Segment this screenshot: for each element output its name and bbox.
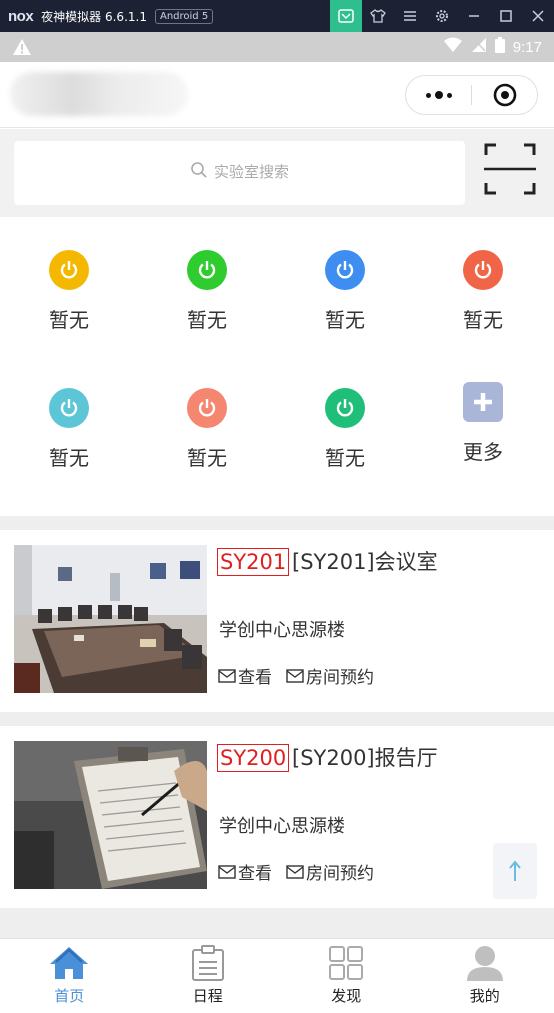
shortcut-label: 暂无: [187, 446, 227, 470]
room-code-badge: SY200: [217, 744, 290, 772]
room-photo: [14, 545, 207, 693]
tab-schedule[interactable]: 日程: [139, 939, 278, 1013]
view-room-link[interactable]: 查看: [218, 859, 272, 884]
bottom-tab-bar: 首页 日程 发现 我的: [0, 938, 554, 1013]
close-icon[interactable]: [522, 0, 554, 32]
keyboard-icon[interactable]: [330, 0, 362, 32]
back-to-top-button[interactable]: [493, 843, 537, 899]
power-icon: [49, 388, 89, 428]
user-icon: [466, 946, 503, 981]
room-name: [SY200]报告厅: [292, 746, 438, 770]
tab-label: 我的: [469, 987, 500, 1005]
wifi-icon: [443, 37, 463, 57]
room-card[interactable]: SY201 [SY201]会议室 学创中心思源楼 查看 房间预约: [0, 530, 554, 710]
room-building: 学创中心思源楼: [219, 816, 345, 837]
power-icon: [187, 250, 227, 290]
tab-home[interactable]: 首页: [0, 939, 139, 1013]
shortcut-label: 暂无: [463, 308, 503, 332]
envelope-icon: [218, 864, 236, 879]
tab-profile[interactable]: 我的: [416, 939, 554, 1013]
tab-label: 首页: [54, 987, 85, 1005]
maximize-icon[interactable]: [490, 0, 522, 32]
blurred-page-title: [10, 72, 188, 116]
shortcut-label: 暂无: [187, 308, 227, 332]
android-status-bar: 9:17: [0, 32, 554, 62]
emulator-title-bar: nox 夜神模拟器 6.6.1.1 Android 5: [0, 0, 554, 32]
shortcut-item[interactable]: 暂无: [0, 250, 138, 370]
status-time: 9:17: [512, 38, 542, 56]
search-placeholder: 实验室搜索: [213, 163, 289, 181]
shortcut-label: 暂无: [325, 446, 365, 470]
battery-icon: [494, 37, 505, 57]
envelope-icon: [218, 668, 236, 683]
shortcut-label: 暂无: [325, 308, 365, 332]
room-photo: [14, 741, 207, 889]
minimize-icon[interactable]: [458, 0, 490, 32]
more-shortcuts[interactable]: 更多: [414, 382, 552, 502]
shortcut-label: 暂无: [49, 308, 89, 332]
shortcut-grid: 暂无 暂无 暂无 暂无 暂无 暂无 暂无 更多: [0, 218, 554, 516]
search-icon: [191, 162, 207, 178]
power-icon: [49, 250, 89, 290]
room-card[interactable]: SY200 [SY200]报告厅 学创中心思源楼 查看 房间预约: [0, 726, 554, 906]
shortcut-item[interactable]: 暂无: [138, 388, 276, 508]
shortcut-item[interactable]: 暂无: [276, 388, 414, 508]
warning-icon: [12, 38, 32, 60]
arrow-up-icon: [509, 860, 521, 881]
capsule-menu: [405, 75, 538, 115]
power-icon: [325, 250, 365, 290]
room-name: [SY201]会议室: [292, 550, 438, 574]
tab-label: 发现: [331, 987, 362, 1005]
book-room-link[interactable]: 房间预约: [286, 859, 374, 884]
android-version-badge: Android 5: [154, 8, 214, 24]
target-icon: [493, 83, 516, 107]
book-room-link[interactable]: 房间预约: [286, 663, 374, 688]
shortcut-item[interactable]: 暂无: [276, 250, 414, 370]
section-divider: [0, 908, 554, 938]
scan-icon: [484, 143, 536, 195]
scan-button[interactable]: [482, 141, 538, 197]
shirt-icon[interactable]: [362, 0, 394, 32]
clipboard-icon: [191, 945, 224, 981]
tab-discover[interactable]: 发现: [277, 939, 416, 1013]
section-divider: [0, 516, 554, 530]
shortcut-label: 暂无: [49, 446, 89, 470]
power-icon: [463, 250, 503, 290]
more-label: 更多: [463, 440, 503, 464]
signal-icon: [471, 37, 487, 57]
room-building: 学创中心思源楼: [219, 620, 345, 641]
power-icon: [325, 388, 365, 428]
settings-icon[interactable]: [426, 0, 458, 32]
home-icon: [50, 947, 89, 979]
nox-logo: nox: [8, 7, 34, 25]
view-room-link[interactable]: 查看: [218, 663, 272, 688]
shortcut-item[interactable]: 暂无: [138, 250, 276, 370]
power-icon: [187, 388, 227, 428]
shortcut-item[interactable]: 暂无: [414, 250, 552, 370]
plus-icon: [463, 382, 503, 422]
emulator-title: 夜神模拟器 6.6.1.1: [41, 9, 147, 24]
section-divider: [0, 712, 554, 726]
grid-icon: [329, 946, 364, 980]
search-section: 实验室搜索: [0, 129, 554, 217]
shortcut-item[interactable]: 暂无: [0, 388, 138, 508]
search-input[interactable]: 实验室搜索: [14, 141, 465, 205]
more-options-button[interactable]: [406, 91, 471, 99]
mini-program-header: [0, 62, 554, 128]
close-mini-program-button[interactable]: [472, 83, 537, 107]
envelope-icon: [286, 668, 304, 683]
tab-label: 日程: [192, 987, 223, 1005]
menu-icon[interactable]: [394, 0, 426, 32]
envelope-icon: [286, 864, 304, 879]
room-code-badge: SY201: [217, 548, 290, 576]
